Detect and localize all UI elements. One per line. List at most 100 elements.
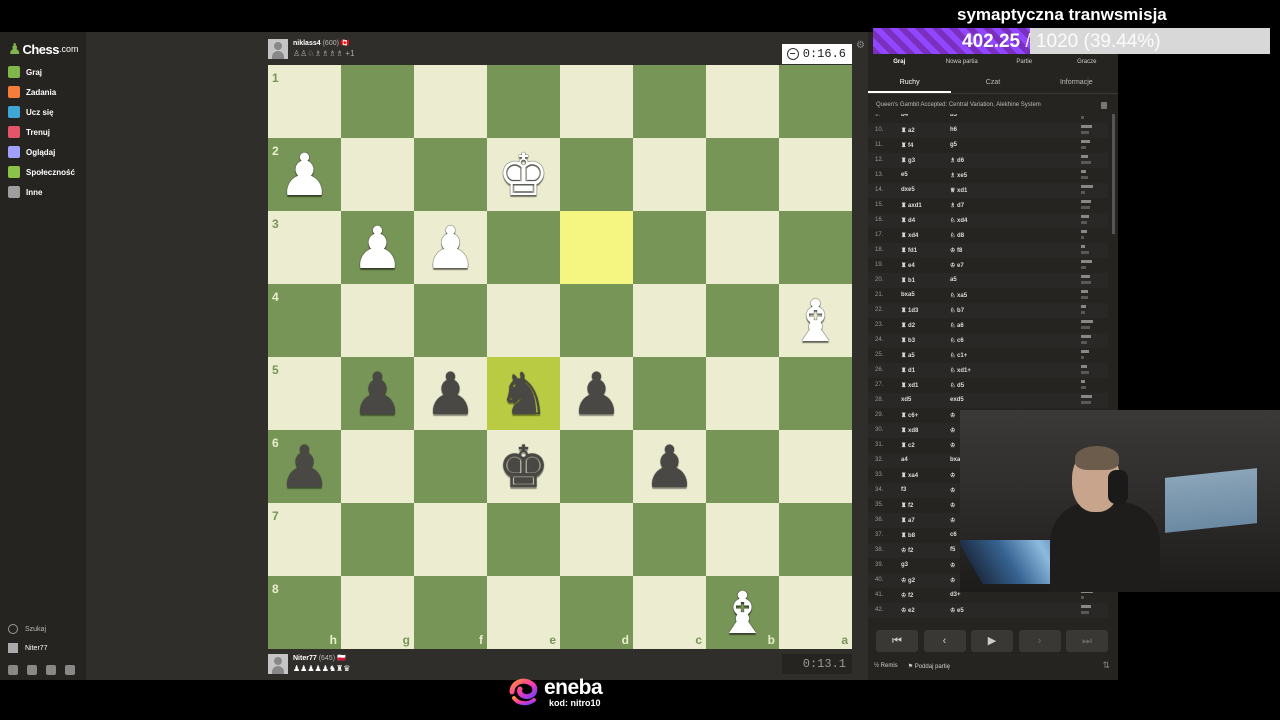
panel-tab[interactable]: Gracze xyxy=(1056,54,1119,70)
board-square[interactable]: ♟ xyxy=(560,357,633,430)
white-move[interactable]: ♜ 1d3 xyxy=(901,307,918,314)
board-square[interactable]: ♟ xyxy=(341,211,414,284)
friends-icon[interactable] xyxy=(8,665,18,675)
white-move[interactable]: ♜ axd1 xyxy=(901,202,922,209)
black-move[interactable]: ♘ xa5 xyxy=(950,292,967,299)
play-button[interactable]: ▶ xyxy=(971,630,1013,652)
white-move[interactable]: ♜ a7 xyxy=(901,517,915,524)
white-move[interactable]: ♜ xa4 xyxy=(901,472,918,479)
panel-subtab[interactable]: Ruchy xyxy=(868,72,952,93)
panel-subtab[interactable]: Informacje xyxy=(1035,72,1118,93)
board-square[interactable] xyxy=(779,138,852,211)
white-move[interactable]: ♜ fd1 xyxy=(901,247,917,254)
black-move[interactable]: ♔ f8 xyxy=(950,247,962,254)
panel-subtab[interactable]: Czat xyxy=(951,72,1034,93)
panel-tab[interactable]: Partie xyxy=(993,54,1056,70)
board-square[interactable] xyxy=(706,503,779,576)
white-move[interactable]: ♜ d1 xyxy=(901,367,915,374)
board-square[interactable] xyxy=(633,211,706,284)
board-square[interactable] xyxy=(706,65,779,138)
board-square[interactable] xyxy=(779,430,852,503)
black-move[interactable]: ♔ xyxy=(950,472,955,479)
move-list-scrollbar[interactable] xyxy=(1112,114,1115,234)
black-move[interactable]: ♔ xyxy=(950,412,955,419)
white-move[interactable]: g3 xyxy=(901,562,908,568)
board-square[interactable]: 6 ♟ xyxy=(268,430,341,503)
black-move[interactable]: ♗ d7 xyxy=(950,202,964,209)
chess-piece-icon[interactable]: ♚ xyxy=(487,138,560,211)
white-move[interactable]: ♜ c6+ xyxy=(901,412,918,419)
black-move[interactable]: ♗ xe5 xyxy=(950,172,967,179)
black-move[interactable]: ♘ xd4 xyxy=(950,217,967,224)
next-move-button[interactable]: › xyxy=(1018,630,1061,652)
board-square[interactable] xyxy=(560,284,633,357)
chesscom-logo[interactable]: ♟ Chess .com xyxy=(8,40,79,58)
white-move[interactable]: a4 xyxy=(901,457,908,463)
white-move[interactable]: ♜ a2 xyxy=(901,127,915,134)
bottom-player-name[interactable]: Niter77 xyxy=(293,655,317,662)
black-move[interactable]: ♔ xyxy=(950,442,955,449)
black-move[interactable]: ♔ xyxy=(950,562,955,569)
board-square[interactable] xyxy=(487,503,560,576)
messages-icon[interactable] xyxy=(27,665,37,675)
black-move[interactable]: ♘ d5 xyxy=(950,382,964,389)
notifications-icon[interactable] xyxy=(46,665,56,675)
board-square[interactable] xyxy=(487,211,560,284)
board-square[interactable]: 8h xyxy=(268,576,341,649)
board-square[interactable]: ♞ xyxy=(487,357,560,430)
white-move[interactable]: ♔ f2 xyxy=(901,547,913,554)
black-move[interactable]: ♔ e5 xyxy=(950,607,964,614)
sidebar-item-3[interactable]: Trenuj xyxy=(8,124,50,140)
board-square[interactable] xyxy=(633,503,706,576)
board-square[interactable] xyxy=(487,65,560,138)
board-square[interactable] xyxy=(341,503,414,576)
black-move[interactable]: ♕ xd1 xyxy=(950,187,967,194)
board-square[interactable]: ♟ xyxy=(633,430,706,503)
chess-piece-icon[interactable]: ♟ xyxy=(414,211,487,284)
black-move[interactable]: ♘ d8 xyxy=(950,232,964,239)
prev-move-button[interactable]: ‹ xyxy=(923,630,966,652)
board-square[interactable] xyxy=(414,65,487,138)
white-move[interactable]: b4 xyxy=(901,114,908,118)
panel-tab[interactable]: Graj xyxy=(868,54,931,70)
sidebar-item-4[interactable]: Oglądaj xyxy=(8,144,55,160)
white-move[interactable]: ♔ e2 xyxy=(901,607,915,614)
chess-piece-icon[interactable]: ♟ xyxy=(268,430,341,503)
board-square[interactable] xyxy=(706,138,779,211)
settings-icon[interactable] xyxy=(65,665,75,675)
black-move[interactable]: bxa xyxy=(950,457,960,463)
board-square[interactable]: 1 xyxy=(268,65,341,138)
board-square[interactable]: ♟ xyxy=(341,357,414,430)
black-move[interactable]: ♗ d6 xyxy=(950,157,964,164)
board-square[interactable] xyxy=(487,284,560,357)
top-player-avatar[interactable] xyxy=(268,39,288,59)
chess-piece-icon[interactable]: ♟ xyxy=(268,138,341,211)
board-square[interactable] xyxy=(633,357,706,430)
board-square[interactable]: 7 xyxy=(268,503,341,576)
white-move[interactable]: ♜ b8 xyxy=(901,532,915,539)
black-move[interactable]: ♘ b7 xyxy=(950,307,964,314)
board-square[interactable]: 4 xyxy=(268,284,341,357)
board-square[interactable]: 5 xyxy=(268,357,341,430)
black-move[interactable]: d3+ xyxy=(950,592,961,598)
board-square[interactable]: g xyxy=(341,576,414,649)
board-square[interactable]: ♚ xyxy=(487,138,560,211)
black-move[interactable]: ♔ e7 xyxy=(950,262,964,269)
board-square[interactable] xyxy=(341,138,414,211)
white-move[interactable]: ♜ xd4 xyxy=(901,232,918,239)
black-move[interactable]: b5 xyxy=(950,114,957,118)
chess-piece-icon[interactable]: ♟ xyxy=(414,357,487,430)
chess-piece-icon[interactable]: ♝ xyxy=(779,284,852,357)
white-move[interactable]: xd5 xyxy=(901,397,911,403)
chess-piece-icon[interactable]: ♟ xyxy=(341,357,414,430)
board-square[interactable]: b ♝ xyxy=(706,576,779,649)
white-move[interactable]: bxa5 xyxy=(901,292,915,298)
white-move[interactable]: ♜ b3 xyxy=(901,337,915,344)
board-square[interactable] xyxy=(706,211,779,284)
board-square[interactable]: ♟ xyxy=(414,357,487,430)
board-square[interactable] xyxy=(633,284,706,357)
sidebar-search[interactable]: Szukaj xyxy=(8,624,46,634)
white-move[interactable]: ♜ e4 xyxy=(901,262,915,269)
board-square[interactable]: f xyxy=(414,576,487,649)
board-square[interactable] xyxy=(560,430,633,503)
